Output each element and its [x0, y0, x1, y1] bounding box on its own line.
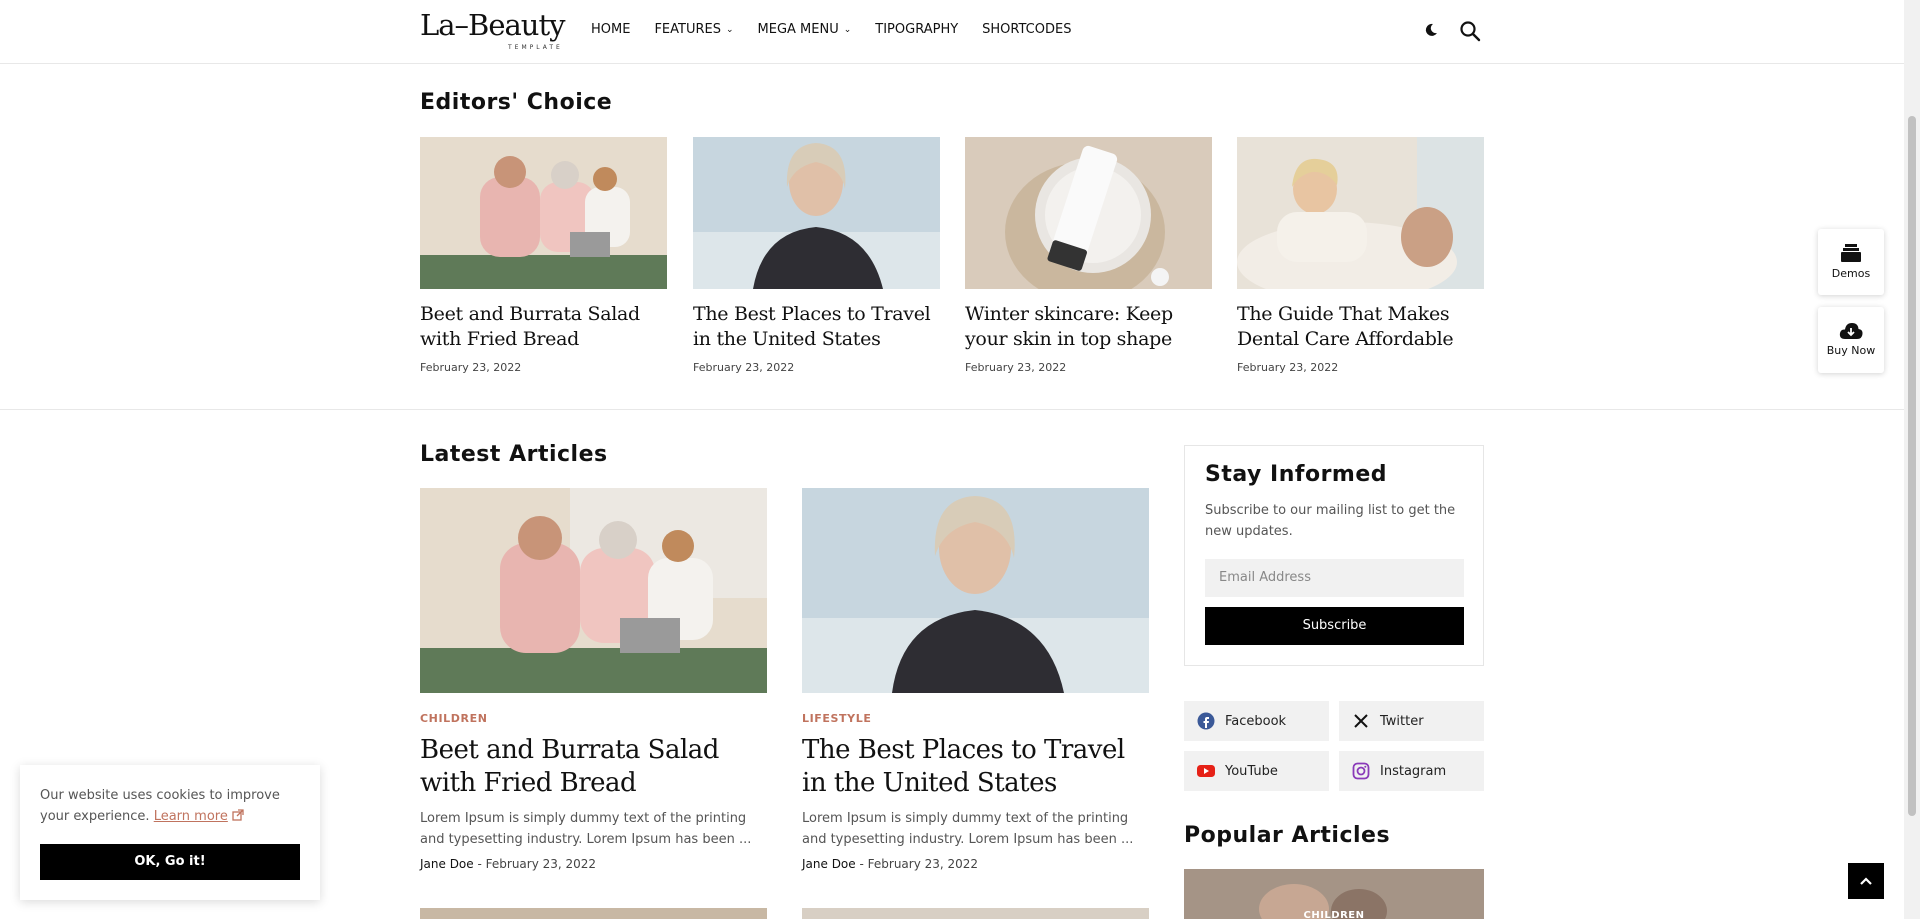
- logo-text: La–Beauty: [420, 8, 566, 42]
- article-date: February 23, 2022: [867, 857, 979, 871]
- article-category[interactable]: CHILDREN: [420, 712, 767, 725]
- article-meta: Jane Doe - February 23, 2022: [802, 857, 979, 871]
- article-date: February 23, 2022: [485, 857, 597, 871]
- newsletter-box: Stay Informed Subscribe to our mailing l…: [1184, 445, 1484, 666]
- editors-card[interactable]: The Guide That Makes Dental Care Afforda…: [1237, 137, 1484, 374]
- latest-article-card[interactable]: LIFESTYLE The Best Places to Travel in t…: [802, 488, 1149, 871]
- cloud-download-icon: [1839, 323, 1863, 339]
- facebook-icon: [1197, 712, 1215, 730]
- latest-articles-title: Latest Articles: [420, 442, 608, 467]
- social-twitter[interactable]: Twitter: [1339, 701, 1484, 741]
- email-field[interactable]: Email Address: [1205, 559, 1464, 597]
- article-image[interactable]: [1237, 137, 1484, 302]
- article-title[interactable]: Beet and Burrata Salad with Fried Bread: [420, 734, 767, 800]
- article-date: February 23, 2022: [693, 361, 795, 374]
- nav-mega-menu-label: MEGA MENU: [757, 22, 839, 37]
- nav-shortcodes[interactable]: SHORTCODES: [982, 22, 1071, 37]
- nav-features-label: FEATURES: [654, 22, 721, 37]
- article-date: February 23, 2022: [1237, 361, 1339, 374]
- article-author[interactable]: Jane Doe: [802, 857, 856, 871]
- social-label: YouTube: [1225, 763, 1278, 779]
- editors-card[interactable]: The Best Places to Travel in the United …: [693, 137, 940, 374]
- chevron-down-icon: ⌄: [725, 24, 734, 35]
- nav-home-label: HOME: [591, 22, 631, 37]
- article-category[interactable]: LIFESTYLE: [802, 712, 1149, 725]
- buy-now-label: Buy Now: [1826, 344, 1876, 357]
- nav-typography-label: TIPOGRAPHY: [875, 22, 959, 37]
- article-image[interactable]: [693, 137, 940, 289]
- article-title[interactable]: Beet and Burrata Salad with Fried Bread: [420, 302, 667, 352]
- next-article-image[interactable]: [802, 908, 1149, 919]
- scrollbar-thumb[interactable]: [1908, 116, 1916, 816]
- nav-typography[interactable]: TIPOGRAPHY: [875, 22, 958, 37]
- article-date: February 23, 2022: [420, 361, 522, 374]
- article-image[interactable]: [965, 137, 1212, 302]
- editors-card[interactable]: Beet and Burrata Salad with Fried Bread …: [420, 137, 667, 374]
- nav-shortcodes-label: SHORTCODES: [982, 22, 1072, 37]
- learn-more-link[interactable]: Learn more: [154, 809, 228, 824]
- logo-subtitle: TEMPLATE: [508, 44, 563, 51]
- site-header: La–Beauty TEMPLATE HOME FEATURES ⌄ MEGA M…: [0, 0, 1904, 64]
- chevron-down-icon: ⌄: [843, 24, 852, 35]
- page-scrollbar[interactable]: [1904, 0, 1920, 919]
- article-image[interactable]: [420, 137, 667, 289]
- section-divider: [0, 409, 1904, 410]
- demos-label: Demos: [1831, 267, 1871, 280]
- chevron-up-icon: [1860, 877, 1872, 885]
- article-title[interactable]: The Best Places to Travel in the United …: [802, 734, 1149, 800]
- x-icon: [1354, 714, 1368, 728]
- article-author[interactable]: Jane Doe: [420, 857, 474, 871]
- article-title[interactable]: The Best Places to Travel in the United …: [693, 302, 940, 352]
- cookie-banner: Our website uses cookies to improve your…: [20, 765, 320, 900]
- nav-mega-menu[interactable]: MEGA MENU ⌄: [758, 22, 852, 37]
- latest-article-card[interactable]: CHILDREN Beet and Burrata Salad with Fri…: [420, 488, 767, 871]
- article-title[interactable]: Winter skincare: Keep your skin in top s…: [965, 302, 1212, 352]
- site-logo[interactable]: La–Beauty TEMPLATE: [420, 8, 566, 54]
- social-instagram[interactable]: Instagram: [1339, 751, 1484, 791]
- popular-article-category[interactable]: CHILDREN: [1184, 910, 1484, 919]
- social-facebook[interactable]: Facebook: [1184, 701, 1329, 741]
- article-image[interactable]: [802, 488, 1149, 693]
- article-meta: Jane Doe - February 23, 2022: [420, 857, 597, 871]
- learn-more-label: Learn more: [153, 809, 228, 824]
- next-article-image[interactable]: [420, 908, 767, 919]
- article-date: February 23, 2022: [965, 361, 1067, 374]
- demos-icon: [1841, 244, 1861, 262]
- social-label: Facebook: [1225, 713, 1287, 729]
- cookie-message: Our website uses cookies to improve your…: [40, 785, 302, 827]
- newsletter-text: Subscribe to our mailing list to get the…: [1205, 503, 1456, 539]
- external-link-icon: [232, 809, 244, 821]
- nav-features[interactable]: FEATURES ⌄: [654, 22, 733, 37]
- subscribe-button[interactable]: Subscribe: [1205, 607, 1464, 645]
- back-to-top-button[interactable]: [1848, 863, 1884, 899]
- social-label: Twitter: [1380, 713, 1424, 729]
- newsletter-title: Stay Informed: [1205, 462, 1388, 487]
- article-excerpt: Lorem Ipsum is simply dummy text of the …: [802, 811, 1134, 847]
- demos-button[interactable]: Demos: [1818, 229, 1884, 295]
- editors-choice-title: Editors' Choice: [420, 90, 613, 115]
- social-youtube[interactable]: YouTube: [1184, 751, 1329, 791]
- search-icon[interactable]: [1459, 20, 1481, 42]
- editors-card[interactable]: Winter skincare: Keep your skin in top s…: [965, 137, 1212, 374]
- nav-home[interactable]: HOME: [591, 22, 630, 37]
- article-excerpt: Lorem Ipsum is simply dummy text of the …: [420, 811, 752, 847]
- social-label: Instagram: [1380, 763, 1447, 779]
- main-nav: HOME FEATURES ⌄ MEGA MENU ⌄ TIPOGRAPHY SHO…: [591, 22, 1071, 37]
- popular-articles-title: Popular Articles: [1184, 823, 1391, 848]
- article-title[interactable]: The Guide That Makes Dental Care Afforda…: [1237, 302, 1484, 352]
- cookie-accept-button[interactable]: OK, Go it!: [40, 844, 300, 880]
- instagram-icon: [1352, 762, 1370, 780]
- dark-mode-moon-icon[interactable]: [1423, 22, 1439, 38]
- youtube-icon: [1197, 765, 1215, 777]
- article-image[interactable]: [420, 488, 767, 693]
- buy-now-button[interactable]: Buy Now: [1818, 307, 1884, 373]
